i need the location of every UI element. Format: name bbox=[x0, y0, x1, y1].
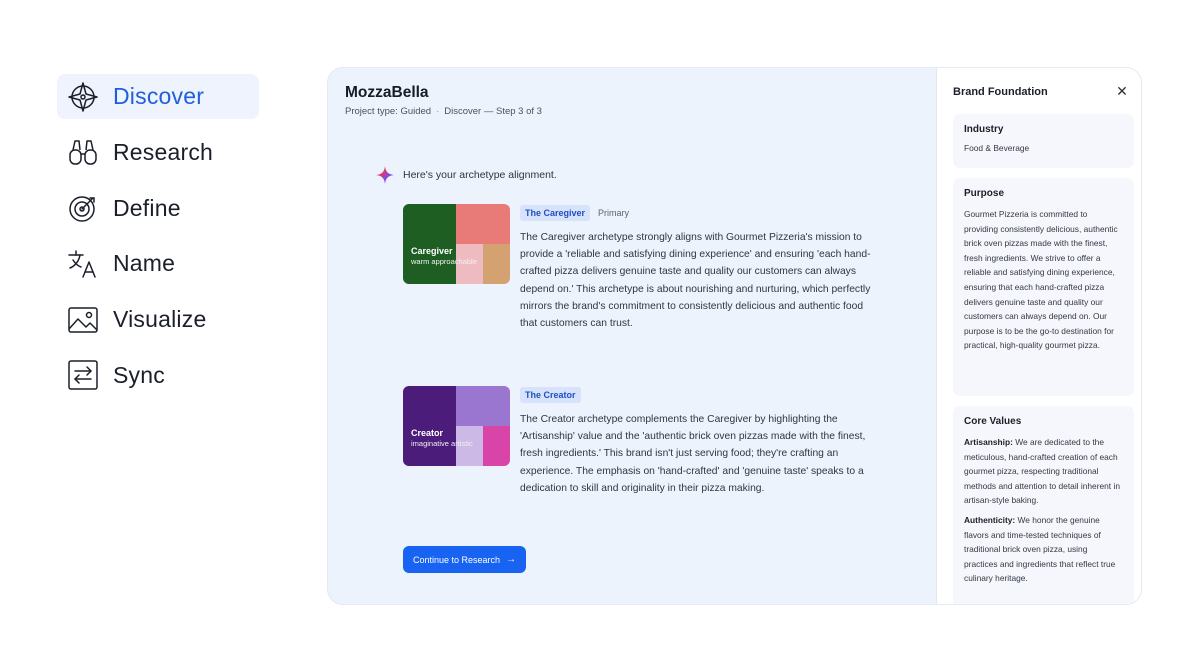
core-value-item: Artisanship: We are dedicated to the met… bbox=[964, 435, 1123, 508]
nav-item-name[interactable]: Name bbox=[57, 241, 259, 286]
project-meta: Project type: Guided · Discover — Step 3… bbox=[345, 106, 542, 117]
sync-icon bbox=[65, 357, 101, 393]
swatch-color-2 bbox=[456, 386, 510, 426]
swatch-name: Creator bbox=[411, 428, 444, 438]
tag-row: The Caregiver Primary bbox=[520, 204, 883, 222]
arrow-right-icon: → bbox=[506, 554, 517, 565]
assistant-intro: Here's your archetype alignment. bbox=[403, 169, 557, 181]
compass-icon bbox=[65, 79, 101, 115]
purpose-card: Purpose Gourmet Pizzeria is committed to… bbox=[953, 178, 1134, 396]
chat-area: MozzaBella Project type: Guided · Discov… bbox=[328, 68, 936, 604]
target-icon bbox=[65, 190, 101, 226]
main-panel: MozzaBella Project type: Guided · Discov… bbox=[327, 67, 1142, 605]
archetype-body: The Caregiver Primary The Caregiver arch… bbox=[520, 204, 883, 332]
nav-label-name: Name bbox=[113, 250, 176, 277]
purpose-text: Gourmet Pizzeria is committed to providi… bbox=[964, 209, 1118, 351]
core-values-heading: Core Values bbox=[964, 416, 1022, 427]
archetype-description: The Creator archetype complements the Ca… bbox=[520, 414, 866, 494]
nav-item-define[interactable]: Define bbox=[57, 186, 259, 231]
nav-item-research[interactable]: Research bbox=[57, 130, 259, 175]
primary-badge: Primary bbox=[598, 208, 630, 218]
nav-label-visualize: Visualize bbox=[113, 306, 207, 333]
archetype-body: The Creator The Creator archetype comple… bbox=[520, 386, 883, 497]
color-swatch: Caregiver warm approachable bbox=[403, 204, 510, 284]
nav-label-define: Define bbox=[113, 194, 181, 221]
industry-heading: Industry bbox=[964, 124, 1004, 135]
swatch-traits: imaginative artistic bbox=[411, 439, 473, 448]
nav-label-research: Research bbox=[113, 138, 214, 165]
meta-separator: · bbox=[436, 106, 440, 117]
continue-to-research-button[interactable]: Continue to Research → bbox=[403, 546, 527, 573]
purpose-heading: Purpose bbox=[964, 188, 1005, 199]
industry-value: Food & Beverage bbox=[964, 143, 1030, 153]
archetype-tag: The Caregiver bbox=[520, 205, 591, 221]
nav-label-sync: Sync bbox=[113, 361, 165, 388]
assistant-message: Here's your archetype alignment. bbox=[375, 165, 557, 185]
nav-item-visualize[interactable]: Visualize bbox=[57, 297, 259, 342]
image-icon bbox=[65, 302, 101, 338]
tag-row: The Creator bbox=[520, 386, 883, 404]
nav-label-discover: Discover bbox=[113, 83, 205, 109]
archetype-description: The Caregiver archetype strongly aligns … bbox=[520, 232, 871, 330]
close-icon[interactable]: ✕ bbox=[1114, 83, 1130, 100]
swatch-color-1 bbox=[403, 386, 456, 466]
project-title: MozzaBella bbox=[345, 84, 429, 101]
translate-icon bbox=[65, 246, 101, 282]
color-swatch: Creator imaginative artistic bbox=[403, 386, 510, 466]
nav-item-sync[interactable]: Sync bbox=[57, 353, 259, 398]
swatch-traits: warm approachable bbox=[411, 257, 477, 266]
sidebar-nav: Discover Research Define Name Visualize … bbox=[57, 74, 259, 409]
project-step: Discover — Step 3 of 3 bbox=[444, 106, 542, 117]
archetype-tag: The Creator bbox=[520, 387, 581, 403]
swatch-name: Caregiver bbox=[411, 246, 453, 256]
project-type: Project type: Guided bbox=[345, 106, 432, 117]
binoculars-icon bbox=[65, 134, 101, 170]
sparkle-icon bbox=[376, 166, 394, 184]
nav-item-discover[interactable]: Discover bbox=[57, 74, 259, 119]
industry-card: Industry Food & Beverage bbox=[953, 114, 1134, 168]
swatch-color-2 bbox=[456, 204, 510, 244]
swatch-color-1 bbox=[403, 204, 456, 284]
continue-button-label: Continue to Research bbox=[413, 554, 501, 565]
drawer-title: Brand Foundation bbox=[953, 86, 1048, 98]
core-value-text: We are dedicated to the meticulous, hand… bbox=[964, 437, 1120, 506]
core-values-card: Core Values Artisanship: We are dedicate… bbox=[953, 406, 1134, 604]
core-value-name: Artisanship: bbox=[964, 437, 1013, 447]
core-value-name: Authenticity: bbox=[964, 514, 1016, 525]
core-value-text: We honor the genuine flavors and time-te… bbox=[964, 514, 1116, 584]
brand-foundation-drawer: Brand Foundation ✕ Industry Food & Bever… bbox=[936, 68, 1141, 604]
core-value-item: Authenticity: We honor the genuine flavo… bbox=[964, 513, 1123, 586]
